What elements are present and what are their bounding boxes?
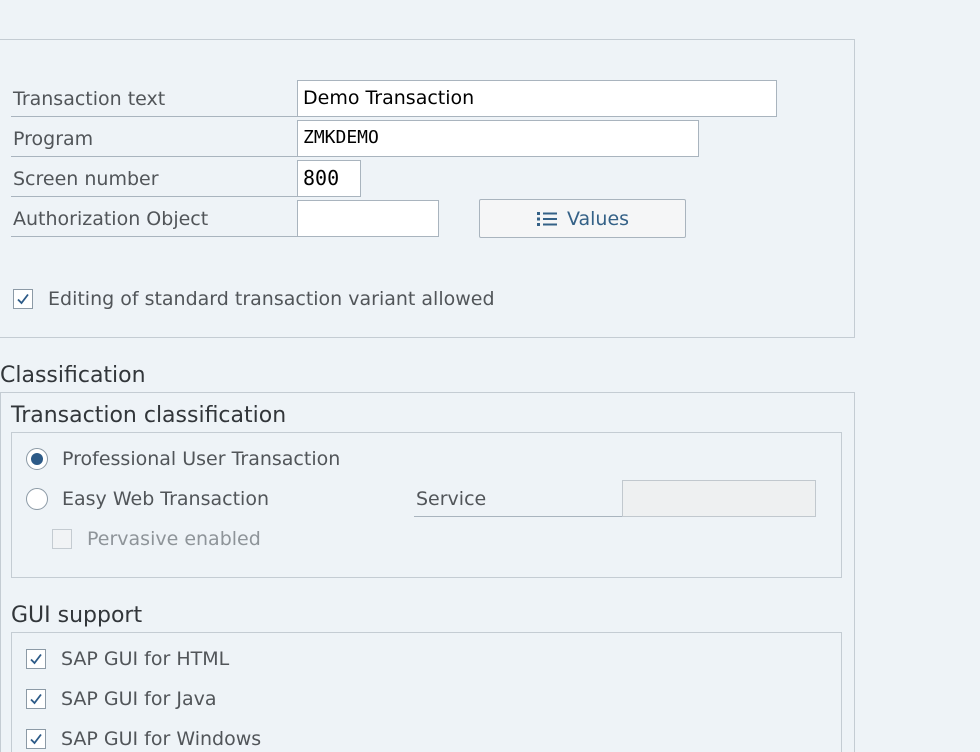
pervasive-enabled-checkbox[interactable]	[52, 529, 72, 549]
values-button-label: Values	[566, 207, 630, 230]
screen-number-label: Screen number	[11, 161, 298, 197]
sap-gui-java-label: SAP GUI for Java	[61, 688, 217, 710]
transaction-text-label: Transaction text	[11, 81, 298, 117]
program-label: Program	[11, 121, 298, 157]
easy-web-radio[interactable]	[26, 488, 48, 510]
sap-gui-html-label: SAP GUI for HTML	[61, 648, 230, 670]
professional-user-radio[interactable]	[26, 448, 48, 470]
checkmark-icon	[16, 292, 30, 306]
sap-gui-windows-label: SAP GUI for Windows	[61, 728, 262, 750]
radio-selected-dot	[31, 453, 43, 465]
editing-variant-label: Editing of standard transaction variant …	[48, 288, 495, 310]
service-label: Service	[414, 481, 623, 517]
service-input[interactable]	[622, 480, 816, 517]
professional-user-label: Professional User Transaction	[62, 448, 341, 470]
sap-gui-windows-checkbox[interactable]	[26, 729, 46, 749]
gui-support-title: GUI support	[11, 603, 143, 628]
classification-title: Classification	[0, 363, 146, 388]
sap-gui-java-checkbox[interactable]	[26, 689, 46, 709]
checkmark-icon	[29, 692, 43, 706]
transaction-classification-title: Transaction classification	[11, 403, 287, 428]
authorization-object-label: Authorization Object	[11, 201, 298, 237]
checkmark-icon	[29, 732, 43, 746]
pervasive-enabled-label: Pervasive enabled	[87, 528, 261, 550]
screen-number-input[interactable]: 800	[297, 160, 361, 197]
values-button[interactable]: Values	[479, 199, 686, 238]
easy-web-label: Easy Web Transaction	[62, 488, 269, 510]
program-input[interactable]: ZMKDEMO	[297, 120, 699, 157]
checkmark-icon	[29, 652, 43, 666]
list-icon	[536, 210, 558, 228]
editing-variant-checkbox[interactable]	[13, 289, 33, 309]
authorization-object-input[interactable]	[297, 200, 439, 237]
transaction-text-input[interactable]: Demo Transaction	[297, 80, 777, 117]
sap-gui-html-checkbox[interactable]	[26, 649, 46, 669]
